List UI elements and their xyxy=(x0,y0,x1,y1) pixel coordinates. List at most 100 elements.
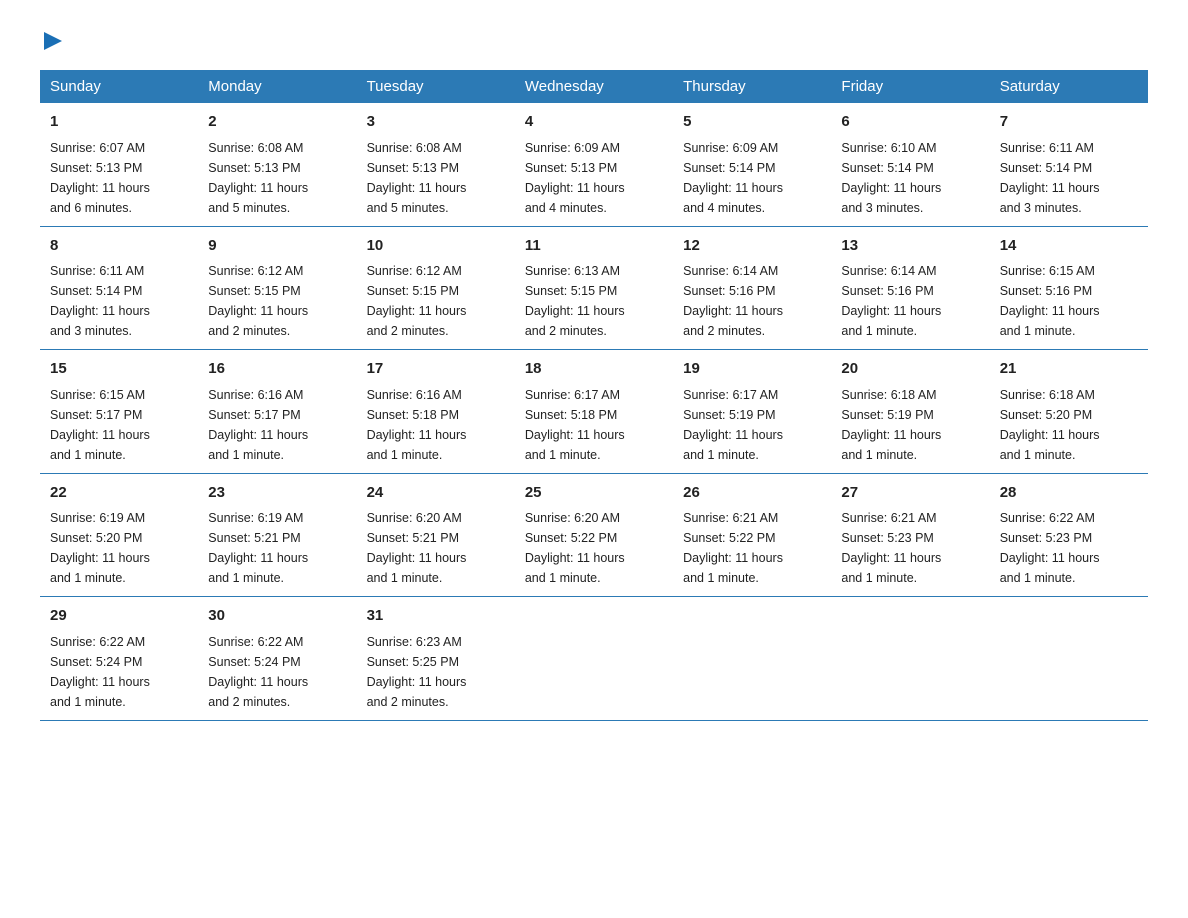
day-info: Sunrise: 6:14 AMSunset: 5:16 PMDaylight:… xyxy=(841,261,979,341)
day-info: Sunrise: 6:22 AMSunset: 5:23 PMDaylight:… xyxy=(1000,508,1138,588)
day-number: 2 xyxy=(208,111,346,134)
day-cell: 27 Sunrise: 6:21 AMSunset: 5:23 PMDayligh… xyxy=(831,473,989,597)
day-info: Sunrise: 6:08 AMSunset: 5:13 PMDaylight:… xyxy=(367,138,505,218)
day-number: 8 xyxy=(50,235,188,258)
day-cell: 3Sunrise: 6:08 AMSunset: 5:13 PMDaylight… xyxy=(357,103,515,226)
day-info: Sunrise: 6:07 AMSunset: 5:13 PMDaylight:… xyxy=(50,138,188,218)
day-cell: 1 Sunrise: 6:07 AMSunset: 5:13 PMDaylight… xyxy=(40,103,198,226)
day-cell: 4 Sunrise: 6:09 AMSunset: 5:13 PMDaylight… xyxy=(515,103,673,226)
day-cell: 24 Sunrise: 6:20 AMSunset: 5:21 PMDayligh… xyxy=(357,473,515,597)
day-cell: 8 Sunrise: 6:11 AMSunset: 5:14 PMDaylight… xyxy=(40,226,198,350)
day-cell: 16Sunrise: 6:16 AMSunset: 5:17 PMDayligh… xyxy=(198,350,356,474)
day-number: 24 xyxy=(367,482,505,505)
day-info: Sunrise: 6:17 AMSunset: 5:18 PMDaylight:… xyxy=(525,385,663,465)
day-number: 18 xyxy=(525,358,663,381)
day-cell: 26Sunrise: 6:21 AMSunset: 5:22 PMDayligh… xyxy=(673,473,831,597)
week-row-3: 15 Sunrise: 6:15 AMSunset: 5:17 PMDayligh… xyxy=(40,350,1148,474)
day-cell: 5 Sunrise: 6:09 AMSunset: 5:14 PMDaylight… xyxy=(673,103,831,226)
day-number: 1 xyxy=(50,111,188,134)
day-cell: 15 Sunrise: 6:15 AMSunset: 5:17 PMDayligh… xyxy=(40,350,198,474)
day-number: 19 xyxy=(683,358,821,381)
day-info: Sunrise: 6:12 AMSunset: 5:15 PMDaylight:… xyxy=(208,261,346,341)
day-number: 14 xyxy=(1000,235,1138,258)
day-cell: 19 Sunrise: 6:17 AMSunset: 5:19 PMDayligh… xyxy=(673,350,831,474)
day-cell: 13 Sunrise: 6:14 AMSunset: 5:16 PMDayligh… xyxy=(831,226,989,350)
day-cell: 11Sunrise: 6:13 AMSunset: 5:15 PMDayligh… xyxy=(515,226,673,350)
day-cell: 2 Sunrise: 6:08 AMSunset: 5:13 PMDaylight… xyxy=(198,103,356,226)
day-info: Sunrise: 6:20 AMSunset: 5:22 PMDaylight:… xyxy=(525,508,663,588)
header-saturday: Saturday xyxy=(990,70,1148,103)
day-cell xyxy=(831,597,989,721)
day-number: 17 xyxy=(367,358,505,381)
day-cell xyxy=(990,597,1148,721)
day-cell: 7 Sunrise: 6:11 AMSunset: 5:14 PMDaylight… xyxy=(990,103,1148,226)
day-number: 20 xyxy=(841,358,979,381)
day-info: Sunrise: 6:15 AMSunset: 5:17 PMDaylight:… xyxy=(50,385,188,465)
day-number: 7 xyxy=(1000,111,1138,134)
week-row-2: 8 Sunrise: 6:11 AMSunset: 5:14 PMDaylight… xyxy=(40,226,1148,350)
day-cell: 31 Sunrise: 6:23 AMSunset: 5:25 PMDayligh… xyxy=(357,597,515,721)
day-number: 28 xyxy=(1000,482,1138,505)
day-cell: 30Sunrise: 6:22 AMSunset: 5:24 PMDayligh… xyxy=(198,597,356,721)
day-info: Sunrise: 6:11 AMSunset: 5:14 PMDaylight:… xyxy=(50,261,188,341)
header-tuesday: Tuesday xyxy=(357,70,515,103)
header-wednesday: Wednesday xyxy=(515,70,673,103)
header-friday: Friday xyxy=(831,70,989,103)
day-number: 21 xyxy=(1000,358,1138,381)
day-info: Sunrise: 6:22 AMSunset: 5:24 PMDaylight:… xyxy=(50,632,188,712)
day-cell: 18 Sunrise: 6:17 AMSunset: 5:18 PMDayligh… xyxy=(515,350,673,474)
day-info: Sunrise: 6:23 AMSunset: 5:25 PMDaylight:… xyxy=(367,632,505,712)
week-row-1: 1 Sunrise: 6:07 AMSunset: 5:13 PMDaylight… xyxy=(40,103,1148,226)
day-number: 9 xyxy=(208,235,346,258)
day-cell: 17 Sunrise: 6:16 AMSunset: 5:18 PMDayligh… xyxy=(357,350,515,474)
day-cell: 14 Sunrise: 6:15 AMSunset: 5:16 PMDayligh… xyxy=(990,226,1148,350)
day-number: 23 xyxy=(208,482,346,505)
day-cell: 20 Sunrise: 6:18 AMSunset: 5:19 PMDayligh… xyxy=(831,350,989,474)
day-info: Sunrise: 6:18 AMSunset: 5:20 PMDaylight:… xyxy=(1000,385,1138,465)
day-info: Sunrise: 6:08 AMSunset: 5:13 PMDaylight:… xyxy=(208,138,346,218)
day-number: 22 xyxy=(50,482,188,505)
day-info: Sunrise: 6:09 AMSunset: 5:14 PMDaylight:… xyxy=(683,138,821,218)
day-cell: 9 Sunrise: 6:12 AMSunset: 5:15 PMDaylight… xyxy=(198,226,356,350)
day-info: Sunrise: 6:14 AMSunset: 5:16 PMDaylight:… xyxy=(683,261,821,341)
day-number: 10 xyxy=(367,235,505,258)
day-number: 12 xyxy=(683,235,821,258)
day-info: Sunrise: 6:21 AMSunset: 5:23 PMDaylight:… xyxy=(841,508,979,588)
day-cell: 12 Sunrise: 6:14 AMSunset: 5:16 PMDayligh… xyxy=(673,226,831,350)
day-cell: 21 Sunrise: 6:18 AMSunset: 5:20 PMDayligh… xyxy=(990,350,1148,474)
calendar-table: SundayMondayTuesdayWednesdayThursdayFrid… xyxy=(40,70,1148,721)
day-number: 25 xyxy=(525,482,663,505)
day-number: 27 xyxy=(841,482,979,505)
logo xyxy=(40,30,62,50)
week-row-4: 22Sunrise: 6:19 AMSunset: 5:20 PMDayligh… xyxy=(40,473,1148,597)
day-info: Sunrise: 6:16 AMSunset: 5:17 PMDaylight:… xyxy=(208,385,346,465)
day-info: Sunrise: 6:20 AMSunset: 5:21 PMDaylight:… xyxy=(367,508,505,588)
day-info: Sunrise: 6:21 AMSunset: 5:22 PMDaylight:… xyxy=(683,508,821,588)
day-number: 11 xyxy=(525,235,663,258)
day-info: Sunrise: 6:16 AMSunset: 5:18 PMDaylight:… xyxy=(367,385,505,465)
day-cell xyxy=(673,597,831,721)
day-info: Sunrise: 6:12 AMSunset: 5:15 PMDaylight:… xyxy=(367,261,505,341)
day-cell: 29 Sunrise: 6:22 AMSunset: 5:24 PMDayligh… xyxy=(40,597,198,721)
day-number: 5 xyxy=(683,111,821,134)
day-number: 31 xyxy=(367,605,505,628)
day-number: 15 xyxy=(50,358,188,381)
day-number: 29 xyxy=(50,605,188,628)
day-number: 4 xyxy=(525,111,663,134)
day-cell: 22Sunrise: 6:19 AMSunset: 5:20 PMDayligh… xyxy=(40,473,198,597)
calendar-header-row: SundayMondayTuesdayWednesdayThursdayFrid… xyxy=(40,70,1148,103)
day-cell: 6Sunrise: 6:10 AMSunset: 5:14 PMDaylight… xyxy=(831,103,989,226)
header-sunday: Sunday xyxy=(40,70,198,103)
day-info: Sunrise: 6:10 AMSunset: 5:14 PMDaylight:… xyxy=(841,138,979,218)
day-cell xyxy=(515,597,673,721)
day-info: Sunrise: 6:11 AMSunset: 5:14 PMDaylight:… xyxy=(1000,138,1138,218)
day-info: Sunrise: 6:17 AMSunset: 5:19 PMDaylight:… xyxy=(683,385,821,465)
day-number: 13 xyxy=(841,235,979,258)
day-info: Sunrise: 6:18 AMSunset: 5:19 PMDaylight:… xyxy=(841,385,979,465)
day-info: Sunrise: 6:15 AMSunset: 5:16 PMDaylight:… xyxy=(1000,261,1138,341)
header-thursday: Thursday xyxy=(673,70,831,103)
logo-triangle-icon xyxy=(44,32,62,50)
day-info: Sunrise: 6:09 AMSunset: 5:13 PMDaylight:… xyxy=(525,138,663,218)
day-cell: 25 Sunrise: 6:20 AMSunset: 5:22 PMDayligh… xyxy=(515,473,673,597)
day-cell: 23Sunrise: 6:19 AMSunset: 5:21 PMDayligh… xyxy=(198,473,356,597)
